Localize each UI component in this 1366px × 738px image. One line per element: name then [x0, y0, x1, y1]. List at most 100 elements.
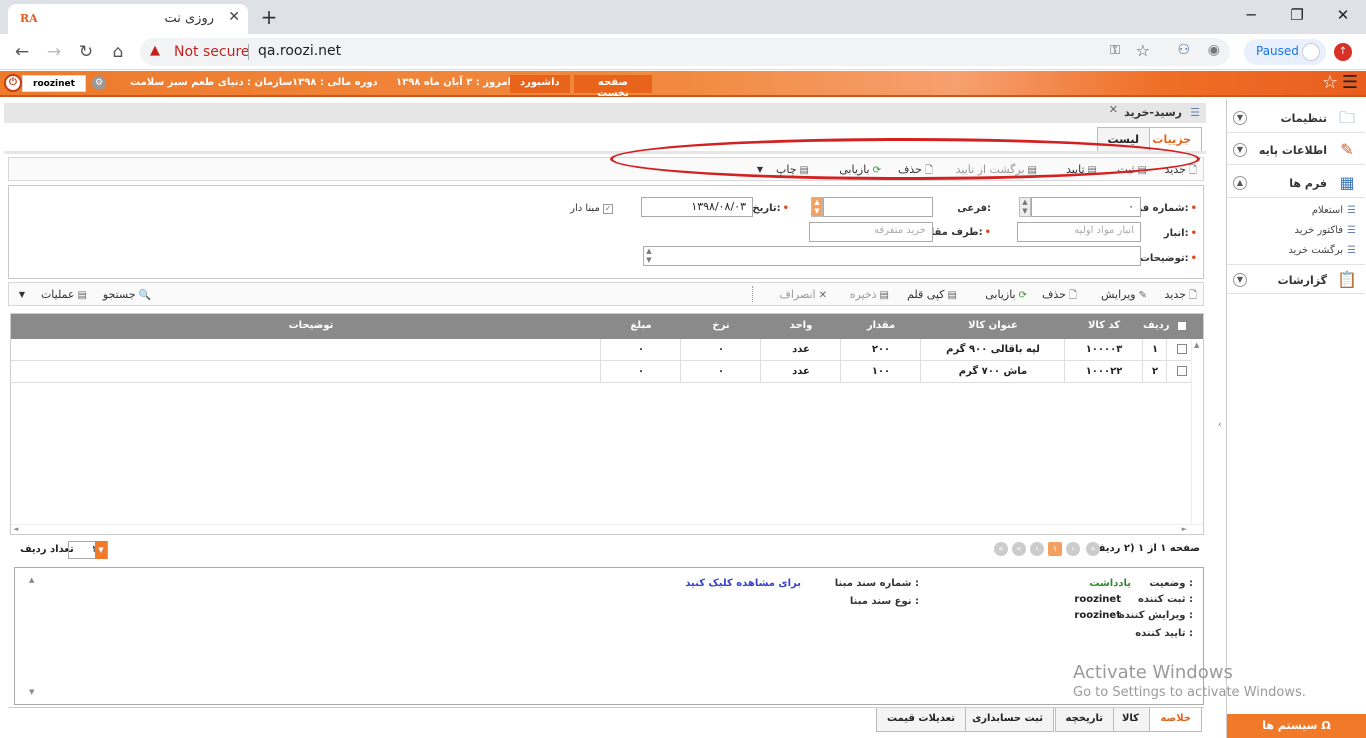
close-window-icon[interactable]: ✕ — [1320, 4, 1366, 28]
dashboard-button[interactable]: داشبورد — [510, 75, 570, 93]
select-all-checkbox[interactable] — [1177, 321, 1187, 331]
ops-dropdown-icon[interactable]: ▼ — [19, 290, 25, 299]
current-page[interactable]: ۱ — [1048, 542, 1062, 556]
sidebar-subitem-inquiry[interactable]: استعلام ☰ — [1312, 205, 1356, 216]
highlight-annotation — [610, 138, 1200, 180]
minimize-icon[interactable]: ─ — [1228, 4, 1274, 28]
browser-tab[interactable]: RA روزی نت ✕ — [8, 4, 248, 34]
form-number-field[interactable]: ۰ — [1031, 197, 1141, 217]
extension-2-icon[interactable]: ◉ — [1208, 42, 1220, 58]
sub-spinner[interactable]: ▲ ▼ — [811, 197, 823, 217]
new-tab-button[interactable]: + — [256, 5, 282, 31]
col-code: کد کالا — [1087, 320, 1121, 331]
warehouse-field[interactable]: انبار مواد اولیه — [1017, 222, 1141, 242]
grid-refresh-button[interactable]: بازیابی ⟳ — [985, 288, 1027, 301]
description-scroll[interactable]: ▲ ▼ — [643, 247, 655, 267]
first-page-icon[interactable]: » — [1086, 542, 1100, 556]
next-page-icon[interactable]: ‹ — [1030, 542, 1044, 556]
grid-cancel-button[interactable]: انصراف ✕ — [779, 288, 827, 301]
username-box[interactable]: roozinet — [22, 75, 86, 92]
key-icon[interactable]: ⚿ — [1110, 43, 1120, 58]
maximize-icon[interactable]: ❐ — [1274, 4, 1320, 28]
status-value: یادداشت — [1089, 578, 1131, 589]
last-page-icon[interactable]: « — [1012, 542, 1026, 556]
chevron-down-icon[interactable]: ▼ — [1233, 143, 1247, 157]
tab-goods[interactable]: کالا — [1110, 708, 1150, 732]
col-amount: مبلغ — [630, 320, 652, 331]
rows-per-page-select[interactable]: ۳۰▼ — [68, 541, 108, 559]
items-grid: ردیف کد کالا عنوان کالا مقدار واحد نرخ م… — [10, 313, 1204, 535]
row-checkbox[interactable] — [1177, 344, 1187, 354]
date-field[interactable]: ۱۳۹۸/۰۸/۰۳ — [641, 197, 753, 217]
menu-icon[interactable]: ☰ — [1340, 74, 1360, 94]
fiscal-info: دوره مالی : ۱۳۹۸ — [292, 77, 378, 88]
grid-edit-button[interactable]: ویرایش ✎ — [1101, 288, 1147, 301]
chevron-down-icon[interactable]: ▼ — [1233, 273, 1247, 287]
horizontal-scrollbar[interactable]: ◄ ► — [11, 524, 1203, 534]
vertical-scrollbar[interactable]: ▲ — [1191, 339, 1203, 525]
systems-button[interactable]: سیستم ها Ω — [1227, 714, 1366, 738]
sidebar-collapse-icon[interactable]: ‹ — [1218, 420, 1222, 430]
forward-icon[interactable]: → — [42, 40, 66, 64]
table-row[interactable]: ۲ ۱۰۰۰۲۲ ماش ۷۰۰ گرم ۱۰۰ عدد ۰ ۰ — [11, 361, 1191, 383]
browser-tab-bar: RA روزی نت ✕ + ─ ❐ ✕ — [0, 0, 1366, 34]
home-icon[interactable]: ⌂ — [106, 40, 130, 64]
base-doc-link[interactable]: برای مشاهده کلیک کنید — [685, 578, 801, 589]
creator-label: ثبت کننده : — [1137, 594, 1193, 605]
grid-toolbar: جدید 🗋 ویرایش ✎ حذف 🗋 بازیابی ⟳ کپی قلم ▤ ذخی… — [8, 282, 1204, 306]
bookmark-star-icon[interactable]: ☆ — [1136, 41, 1150, 60]
update-icon[interactable]: ↑ — [1334, 43, 1352, 61]
sidebar-subitem-purchase-return[interactable]: برگشت خرید ☰ — [1288, 245, 1356, 256]
reload-icon[interactable]: ↻ — [74, 40, 98, 64]
scroll-up-icon[interactable]: ▲ — [29, 576, 34, 584]
gear-icon[interactable]: ⚙ — [92, 76, 106, 90]
today-info: امروز : ۳ آبان ماه ۱۳۹۸ — [396, 77, 512, 88]
table-icon: ▦ — [1339, 173, 1355, 192]
back-icon[interactable]: ← — [10, 40, 34, 64]
grid-new-button[interactable]: جدید 🗋 — [1165, 288, 1197, 305]
clipboard-icon: 📋 — [1337, 270, 1357, 289]
tab-accounting[interactable]: ثبت حسابداری — [961, 708, 1054, 732]
search-icon: 🔍 — [138, 290, 151, 301]
based-checkbox[interactable]: مبنا دار ✓ — [570, 203, 613, 214]
search-button[interactable]: جستجو 🔍 — [103, 288, 151, 301]
sidebar-item-settings[interactable]: 🗀 تنظیمات ▼ — [1227, 103, 1365, 133]
new-doc-icon: 🗋 — [1188, 165, 1197, 176]
sidebar-subitem-purchase-invoice[interactable]: فاکتور خرید ☰ — [1295, 225, 1356, 236]
copy-item-button[interactable]: کپی قلم ▤ — [907, 288, 957, 301]
close-tab-icon[interactable]: ✕ — [228, 9, 240, 25]
editor-value: roozinet — [1074, 610, 1121, 621]
extension-icon[interactable]: ⚇ — [1177, 42, 1190, 58]
base-doc-label: شماره سند مبنا : — [834, 578, 919, 589]
address-bar[interactable]: ▲ Not secure qa.roozi.net ⚿ ☆ ⚇ ◉ — [140, 38, 1230, 66]
favorites-star-icon[interactable]: ☆ — [1320, 73, 1340, 93]
creator-value: roozinet — [1074, 594, 1121, 605]
tab-price-adjustments[interactable]: تعدیلات قیمت — [876, 708, 966, 732]
form-number-spinner[interactable]: ▲ ▼ — [1019, 197, 1031, 217]
grid-delete-button[interactable]: حذف 🗋 — [1042, 288, 1077, 305]
grid-save-button[interactable]: ذخیره ▤ — [850, 288, 889, 301]
row-checkbox[interactable] — [1177, 366, 1187, 376]
close-page-icon[interactable]: ✕ — [1109, 103, 1118, 116]
sidebar-item-reports[interactable]: 📋 گزارشات ▼ — [1227, 264, 1365, 294]
browser-toolbar: ← → ↻ ⌂ ▲ Not secure qa.roozi.net ⚿ ☆ ⚇ … — [0, 34, 1366, 70]
profile-button[interactable]: Paused — [1244, 39, 1326, 65]
sidebar-item-base-info[interactable]: ✎ اطلاعات پایه ▼ — [1227, 135, 1365, 165]
sub-field[interactable] — [823, 197, 933, 217]
party-field[interactable]: خرید متفرقه — [809, 222, 933, 242]
operations-button[interactable]: عملیات ▤ — [41, 288, 87, 301]
chevron-up-icon[interactable]: ▲ — [1233, 176, 1247, 190]
list-icon: ☰ — [1190, 106, 1200, 119]
delete-icon: 🗋 — [1068, 290, 1077, 301]
tab-summary[interactable]: خلاصه — [1149, 708, 1202, 732]
last-page-2-icon[interactable]: « — [994, 542, 1008, 556]
table-row[interactable]: ۱ ۱۰۰۰۰۳ لپه باقالی ۹۰۰ گرم ۲۰۰ عدد ۰ ۰ — [11, 339, 1191, 361]
tab-history[interactable]: تاریخچه — [1054, 708, 1114, 732]
home-page-button[interactable]: صفحه نخست — [574, 75, 652, 99]
chevron-down-icon[interactable]: ▼ — [1233, 111, 1247, 125]
description-field[interactable] — [643, 246, 1141, 266]
sidebar-item-forms[interactable]: ▦ فرم ها ▲ — [1227, 168, 1365, 198]
power-icon[interactable]: ⏻ — [4, 74, 22, 92]
prev-page-icon[interactable]: › — [1066, 542, 1080, 556]
scroll-down-icon[interactable]: ▼ — [29, 688, 34, 696]
